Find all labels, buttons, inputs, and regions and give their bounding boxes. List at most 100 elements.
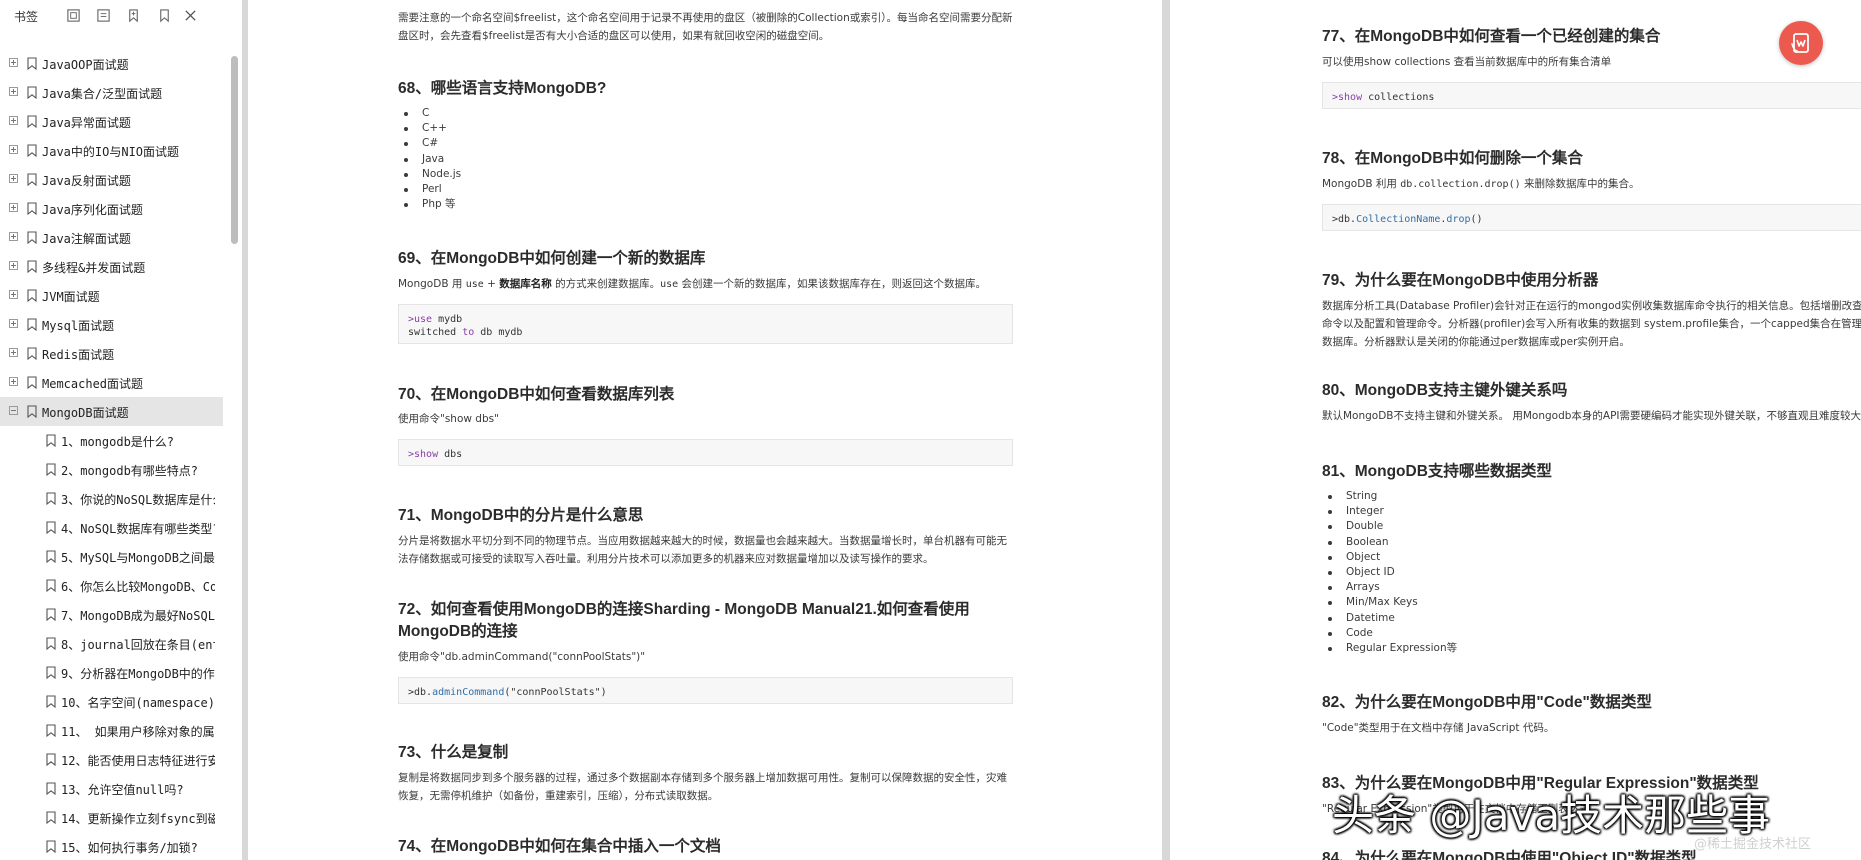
question-82-heading: 82、为什么要在MongoDB中用"Code"数据类型 bbox=[1322, 694, 1652, 711]
bookmark-icon bbox=[46, 608, 56, 621]
expand-toggle-icon[interactable] bbox=[9, 319, 18, 328]
list-item: Java bbox=[398, 152, 461, 167]
close-icon[interactable] bbox=[181, 6, 199, 24]
bookmark-icon bbox=[46, 695, 56, 708]
code-keyword: to bbox=[462, 327, 475, 338]
bookmark-label: 4、NoSQL数据库有哪些类型? bbox=[61, 522, 215, 536]
expand-toggle-icon[interactable] bbox=[9, 58, 18, 67]
bookmark-icon bbox=[27, 260, 37, 273]
bookmark-item[interactable]: Java中的IO与NIO面试题 bbox=[0, 136, 230, 165]
bookmark-icon bbox=[46, 550, 56, 563]
bookmark-label: 6、你怎么比较MongoDB、Couc bbox=[61, 580, 215, 594]
expand-all-icon[interactable] bbox=[64, 6, 82, 24]
question-73-heading: 73、什么是复制 bbox=[398, 744, 509, 761]
bookmark-label: 多线程&并发面试题 bbox=[42, 261, 146, 275]
list-item: Node.js bbox=[398, 167, 461, 182]
bookmark-subitem[interactable]: 4、NoSQL数据库有哪些类型? bbox=[0, 513, 230, 542]
expand-toggle-icon[interactable] bbox=[9, 261, 18, 270]
question-72-heading-cont: MongoDB的连接 bbox=[398, 623, 518, 640]
bookmark-subitem[interactable]: 11、 如果用户移除对象的属性 bbox=[0, 716, 230, 745]
bookmark-icon bbox=[46, 811, 56, 824]
pdf-page-right: 77、在MongoDB中如何查看一个已经创建的集合 可以使用show colle… bbox=[1170, 0, 1861, 860]
list-item: C# bbox=[398, 136, 461, 151]
expand-toggle-icon[interactable] bbox=[9, 290, 18, 299]
expand-toggle-icon[interactable] bbox=[9, 377, 18, 386]
bookmark-icon bbox=[27, 173, 37, 186]
bookmark-subitem[interactable]: 13、允许空值null吗? bbox=[0, 774, 230, 803]
bookmark-label: 14、更新操作立刻fsync到磁盘 bbox=[61, 812, 215, 826]
bookmark-icon bbox=[46, 840, 56, 853]
bookmark-subitem[interactable]: 7、MongoDB成为最好NoSQL数据 bbox=[0, 600, 230, 629]
code-function: drop bbox=[1446, 214, 1471, 225]
bookmark-subitem[interactable]: 6、你怎么比较MongoDB、Couc bbox=[0, 571, 230, 600]
bookmark-subitem[interactable]: 5、MySQL与MongoDB之间最基本 bbox=[0, 542, 230, 571]
expand-toggle-icon[interactable] bbox=[9, 348, 18, 357]
bookmark-item[interactable]: JavaOOP面试题 bbox=[0, 49, 230, 78]
bookmark-icon[interactable] bbox=[155, 6, 173, 24]
collapse-all-icon[interactable] bbox=[94, 6, 112, 24]
bookmark-item-active[interactable]: MongoDB面试题 bbox=[0, 397, 223, 426]
text: MongoDB 用 bbox=[398, 278, 466, 290]
bookmark-subitem[interactable]: 14、更新操作立刻fsync到磁盘 bbox=[0, 803, 230, 832]
bookmark-subitem[interactable]: 10、名字空间(namespace)是什 bbox=[0, 687, 230, 716]
bookmark-subitem[interactable]: 8、journal回放在条目(entry bbox=[0, 629, 230, 658]
bookmark-item[interactable]: Redis面试题 bbox=[0, 339, 230, 368]
collapse-toggle-icon[interactable] bbox=[9, 406, 18, 415]
bookmark-item[interactable]: Java注解面试题 bbox=[0, 223, 230, 252]
code-text: switched bbox=[408, 327, 463, 338]
bookmark-subitem[interactable]: 1、mongodb是什么? bbox=[0, 426, 230, 455]
question-78-heading: 78、在MongoDB中如何删除一个集合 bbox=[1322, 150, 1583, 167]
bookmark-item[interactable]: Memcached面试题 bbox=[0, 368, 230, 397]
bookmark-item[interactable]: Java序列化面试题 bbox=[0, 194, 230, 223]
bookmarks-title: 书签 bbox=[14, 10, 39, 24]
bookmark-item[interactable]: Java异常面试题 bbox=[0, 107, 230, 136]
bookmark-subitem[interactable]: 3、你说的NoSQL数据库是什么 bbox=[0, 484, 230, 513]
watermark-subtext: @稀土掘金技术社区 bbox=[1694, 837, 1812, 852]
list-item: Min/Max Keys bbox=[1322, 595, 1457, 610]
expand-toggle-icon[interactable] bbox=[9, 87, 18, 96]
code-keyword: >use bbox=[408, 314, 433, 325]
bookmark-icon bbox=[46, 637, 56, 650]
bookmark-icon bbox=[27, 347, 37, 360]
bookmark-icon bbox=[46, 434, 56, 447]
bookmark-icon bbox=[46, 521, 56, 534]
text: MongoDB 利用 bbox=[1322, 178, 1401, 190]
expand-toggle-icon[interactable] bbox=[9, 116, 18, 125]
bookmark-item[interactable]: Java反射面试题 bbox=[0, 165, 230, 194]
pdf-convert-button[interactable] bbox=[1779, 21, 1823, 65]
code-block-show-collections: >show collections bbox=[1322, 82, 1861, 109]
bookmark-icon bbox=[46, 753, 56, 766]
code-text: ("connPoolStats") bbox=[504, 687, 607, 698]
bookmark-icon bbox=[46, 579, 56, 592]
expand-toggle-icon[interactable] bbox=[9, 232, 18, 241]
code-block-use: >use mydb switched to db mydb bbox=[398, 304, 1013, 344]
list-item: Double bbox=[1322, 519, 1457, 534]
bookmark-label: JavaOOP面试题 bbox=[42, 58, 129, 72]
bookmark-subitem[interactable]: 9、分析器在MongoDB中的作用 bbox=[0, 658, 230, 687]
bookmark-label: Java序列化面试题 bbox=[42, 203, 143, 217]
bookmark-item[interactable]: Java集合/泛型面试题 bbox=[0, 78, 230, 107]
bookmark-icon bbox=[27, 376, 37, 389]
expand-toggle-icon[interactable] bbox=[9, 203, 18, 212]
list-item: Boolean bbox=[1322, 535, 1457, 550]
list-item: Integer bbox=[1322, 504, 1457, 519]
expand-toggle-icon[interactable] bbox=[9, 145, 18, 154]
add-bookmark-icon[interactable] bbox=[124, 6, 142, 24]
bookmark-label: 11、 如果用户移除对象的属性 bbox=[61, 725, 215, 739]
question-73-paragraph: 复制是将数据同步到多个服务器的过程，通过多个数据副本存储到多个服务器上增加数据可… bbox=[398, 772, 1007, 802]
code-block-admin-command: >db.adminCommand("connPoolStats") bbox=[398, 677, 1013, 704]
bookmark-item[interactable]: Mysql面试题 bbox=[0, 310, 230, 339]
bookmark-label: 10、名字空间(namespace)是什 bbox=[61, 696, 215, 710]
bookmark-subitem[interactable]: 15、如何执行事务/加锁? bbox=[0, 832, 230, 860]
expand-toggle-icon[interactable] bbox=[9, 174, 18, 183]
bookmark-item[interactable]: JVM面试题 bbox=[0, 281, 230, 310]
list-item: Perl bbox=[398, 182, 461, 197]
bookmark-label: Mysql面试题 bbox=[42, 319, 115, 333]
bookmark-item[interactable]: 多线程&并发面试题 bbox=[0, 252, 230, 281]
bookmark-subitem[interactable]: 12、能否使用日志特征进行安 bbox=[0, 745, 230, 774]
bookmark-subitem[interactable]: 2、mongodb有哪些特点? bbox=[0, 455, 230, 484]
bookmark-scrollbar-thumb[interactable] bbox=[231, 56, 238, 244]
bookmark-label: 7、MongoDB成为最好NoSQL数据 bbox=[61, 609, 215, 623]
question-72-paragraph: 使用命令"db.adminCommand("connPoolStats")" bbox=[398, 651, 646, 663]
bookmark-icon bbox=[27, 318, 37, 331]
